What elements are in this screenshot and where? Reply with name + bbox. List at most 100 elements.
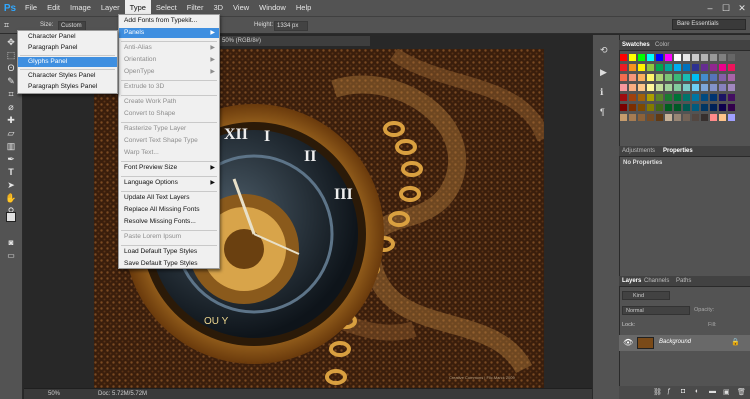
color-swatch[interactable] <box>710 94 717 101</box>
color-swatch[interactable] <box>719 74 726 81</box>
color-swatch[interactable] <box>692 54 699 61</box>
color-swatch[interactable] <box>683 54 690 61</box>
hand-tool-icon[interactable]: ✋ <box>4 192 18 204</box>
color-swatch[interactable] <box>647 114 654 121</box>
color-swatch[interactable] <box>620 114 627 121</box>
eraser-tool-icon[interactable]: ▱ <box>4 127 18 139</box>
menu-help[interactable]: Help <box>291 0 316 16</box>
color-swatch[interactable] <box>665 114 672 121</box>
color-swatch[interactable] <box>701 54 708 61</box>
menu-image[interactable]: Image <box>65 0 96 16</box>
visibility-eye-icon[interactable]: 👁 <box>623 338 633 347</box>
color-swatch[interactable] <box>701 114 708 121</box>
color-swatch[interactable] <box>638 74 645 81</box>
layer-filter-select[interactable]: Kind <box>622 291 670 300</box>
adjustment-layer-icon[interactable]: ◐ <box>695 388 699 395</box>
color-swatch[interactable] <box>674 84 681 91</box>
color-swatch[interactable] <box>665 84 672 91</box>
color-swatch[interactable] <box>620 94 627 101</box>
color-swatch[interactable] <box>683 84 690 91</box>
color-swatch[interactable] <box>629 84 636 91</box>
color-swatch[interactable] <box>647 94 654 101</box>
delete-layer-icon[interactable]: 🗑 <box>737 388 746 396</box>
color-swatch[interactable] <box>719 94 726 101</box>
color-swatch[interactable] <box>719 84 726 91</box>
marquee-tool-icon[interactable]: ⬚ <box>4 49 18 61</box>
menu-window[interactable]: Window <box>254 0 291 16</box>
color-swatch[interactable] <box>638 114 645 121</box>
maximize-button[interactable]: ☐ <box>718 3 734 14</box>
color-swatch[interactable] <box>728 84 735 91</box>
color-swatch[interactable] <box>620 64 627 71</box>
color-swatch[interactable] <box>629 54 636 61</box>
type-tool-icon[interactable]: T <box>4 166 18 178</box>
color-swatch[interactable] <box>665 54 672 61</box>
color-swatch[interactable] <box>710 84 717 91</box>
color-swatch[interactable] <box>719 114 726 121</box>
tab-swatches[interactable]: Swatches <box>622 42 650 48</box>
panels-submenu-item[interactable]: Paragraph Panel <box>18 43 117 53</box>
color-swatch[interactable] <box>656 74 663 81</box>
color-swatch[interactable] <box>674 54 681 61</box>
tab-layers[interactable]: Layers <box>622 278 641 284</box>
type-menu-item[interactable]: Replace All Missing Fonts <box>119 205 219 215</box>
color-swatch[interactable] <box>728 104 735 111</box>
menu-file[interactable]: File <box>20 0 42 16</box>
color-swatch[interactable] <box>728 64 735 71</box>
layer-style-icon[interactable]: ƒ <box>667 388 671 395</box>
quick-mask-icon[interactable]: ◙ <box>4 237 18 249</box>
color-swatch[interactable] <box>701 84 708 91</box>
color-swatch[interactable] <box>656 104 663 111</box>
color-swatch[interactable] <box>665 104 672 111</box>
panels-submenu-item[interactable]: Glyphs Panel <box>18 57 117 67</box>
actions-icon[interactable]: ▶ <box>600 67 607 78</box>
color-swatch[interactable] <box>620 74 627 81</box>
layer-row-background[interactable]: 👁 Background 🔒 <box>619 335 750 351</box>
type-menu-item[interactable]: Save Default Type Styles <box>119 259 219 269</box>
color-swatch[interactable] <box>638 84 645 91</box>
eyedropper-tool-icon[interactable]: ⌀ <box>4 101 18 113</box>
menu-edit[interactable]: Edit <box>42 0 65 16</box>
color-swatch[interactable] <box>728 54 735 61</box>
color-swatch[interactable] <box>656 64 663 71</box>
color-swatch[interactable] <box>674 114 681 121</box>
color-swatch[interactable] <box>683 114 690 121</box>
quick-select-tool-icon[interactable]: ✎ <box>4 75 18 87</box>
color-swatch[interactable] <box>701 104 708 111</box>
color-swatch[interactable] <box>710 114 717 121</box>
foreground-color-swatch[interactable] <box>6 212 16 222</box>
color-swatch[interactable] <box>647 64 654 71</box>
color-swatch[interactable] <box>719 104 726 111</box>
type-menu-item[interactable]: Update All Text Layers <box>119 193 219 203</box>
type-menu-item[interactable]: Font Preview Size ▶ <box>119 163 219 173</box>
color-swatch[interactable] <box>665 64 672 71</box>
layer-mask-icon[interactable]: ◘ <box>681 388 685 395</box>
color-swatch[interactable] <box>647 104 654 111</box>
color-swatch[interactable] <box>665 94 672 101</box>
type-menu-item[interactable]: Panels ▶ <box>119 28 219 38</box>
color-swatch[interactable] <box>656 94 663 101</box>
layer-name[interactable]: Background <box>659 339 691 345</box>
type-menu-item[interactable]: Load Default Type Styles <box>119 247 219 257</box>
color-swatch[interactable] <box>692 94 699 101</box>
path-selection-tool-icon[interactable]: ➤ <box>4 179 18 191</box>
type-menu-item[interactable]: Language Options ▶ <box>119 178 219 188</box>
color-swatch[interactable] <box>683 94 690 101</box>
color-swatch[interactable] <box>656 54 663 61</box>
move-tool-icon[interactable]: ✥ <box>4 36 18 48</box>
link-layers-icon[interactable]: ⛓ <box>653 388 662 396</box>
healing-brush-tool-icon[interactable]: ✚ <box>4 114 18 126</box>
color-swatch[interactable] <box>719 64 726 71</box>
panels-submenu-item[interactable]: Character Panel <box>18 32 117 42</box>
color-swatch[interactable] <box>701 64 708 71</box>
type-menu-item[interactable]: Add Fonts from Typekit... <box>119 16 219 26</box>
color-swatch[interactable] <box>674 74 681 81</box>
tab-paths[interactable]: Paths <box>676 278 691 284</box>
color-swatch[interactable] <box>692 84 699 91</box>
color-swatch[interactable] <box>656 84 663 91</box>
color-swatch[interactable] <box>620 84 627 91</box>
pen-tool-icon[interactable]: ✒ <box>4 153 18 165</box>
history-icon[interactable]: ⟲ <box>600 45 608 56</box>
color-swatch[interactable] <box>647 74 654 81</box>
color-swatch[interactable] <box>665 74 672 81</box>
